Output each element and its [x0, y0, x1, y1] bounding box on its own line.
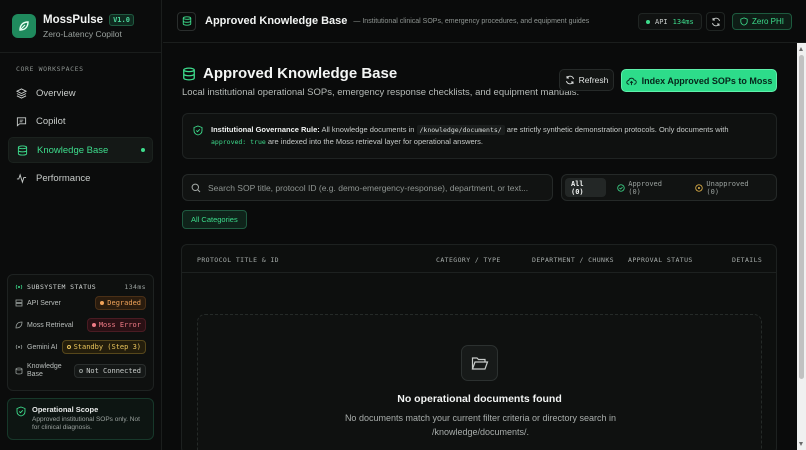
documents-table: PROTOCOL TITLE & ID CATEGORY / TYPE DEPA…	[181, 244, 777, 450]
sidebar-nav: Overview Copilot Knowledge Base Performa…	[8, 80, 153, 194]
database-icon	[183, 67, 195, 80]
api-latency-badge: API 134ms	[638, 13, 702, 30]
status-badge: Moss Error	[86, 318, 146, 332]
status-row-gemini: Gemini AI Standby (Step 3)	[15, 337, 146, 357]
topbar-subtitle: — Institutional clinical SOPs, emergency…	[353, 17, 590, 25]
scope-title: Operational Scope	[32, 405, 99, 414]
page-subtitle: Local institutional operational SOPs, em…	[182, 87, 580, 98]
filter-unapproved[interactable]: Unapproved (0)	[689, 178, 771, 197]
leaf-icon	[15, 321, 23, 329]
column-header: DETAILS	[732, 256, 763, 264]
radio-icon	[15, 344, 23, 350]
version-badge: V1.0	[109, 13, 134, 26]
empty-state-text: No documents match your current filter c…	[344, 413, 617, 438]
zero-phi-badge: Zero PHI	[732, 13, 793, 30]
search-icon	[191, 183, 201, 192]
column-header: CATEGORY / TYPE	[436, 256, 501, 264]
refresh-icon	[565, 75, 574, 85]
documents-path: /knowledge/documents/	[416, 125, 505, 135]
cloud-upload-icon	[626, 77, 637, 85]
scroll-up-arrow-icon[interactable]	[799, 47, 803, 51]
operational-scope-card: Operational Scope Approved institutional…	[7, 398, 154, 440]
signal-icon	[15, 284, 23, 290]
server-icon	[15, 299, 23, 307]
subsystem-status-card: SUBSYSTEM STATUS 134ms API Server Degrad…	[7, 274, 154, 391]
section-label: CORE WORKSPACES	[16, 65, 84, 73]
scrollbar-thumb[interactable]	[799, 55, 804, 379]
active-indicator-dot	[141, 148, 145, 153]
shield-icon	[740, 17, 748, 26]
status-row-api: API Server Degraded	[15, 293, 146, 313]
main-content: Approved Knowledge Base Local institutio…	[163, 44, 797, 450]
database-icon	[17, 145, 28, 156]
app-tagline: Zero-Latency Copilot	[43, 28, 122, 39]
app-name: MossPulse	[43, 13, 104, 26]
status-row-knowledge-base: Knowledge Base Not Connected	[15, 359, 146, 383]
search-input[interactable]	[208, 182, 548, 193]
sidebar-item-label: Overview	[36, 87, 76, 99]
folder-open-icon	[461, 345, 498, 381]
column-header: DEPARTMENT / CHUNKS	[532, 256, 614, 264]
page-title: Approved Knowledge Base	[203, 65, 398, 82]
scope-text: Approved institutional SOPs only. Not fo…	[32, 416, 140, 432]
status-badge: Not Connected	[74, 364, 146, 378]
index-sops-button[interactable]: Index Approved SOPs to Moss	[621, 69, 777, 92]
topbar-title: Approved Knowledge Base	[205, 15, 348, 27]
status-filter-tabs: All (0) Approved (0) Unapproved (0)	[561, 174, 777, 201]
database-icon	[177, 11, 196, 31]
status-latency: 134ms	[124, 283, 146, 291]
refresh-button[interactable]: Refresh	[559, 69, 614, 91]
alert-circle-icon	[695, 183, 704, 192]
filter-all[interactable]: All (0)	[565, 178, 607, 197]
topbar-refresh-button[interactable]	[706, 12, 725, 31]
table-header: PROTOCOL TITLE & ID CATEGORY / TYPE DEPA…	[182, 245, 776, 273]
sidebar-item-label: Performance	[36, 173, 91, 185]
app-logo-icon	[12, 14, 36, 38]
database-icon	[15, 367, 23, 375]
governance-heading: Institutional Governance Rule:	[211, 125, 320, 134]
brand-header: MossPulse V1.0 Zero-Latency Copilot	[0, 0, 161, 53]
scroll-down-arrow-icon[interactable]	[799, 442, 803, 446]
column-header: PROTOCOL TITLE & ID	[197, 256, 279, 264]
sidebar-item-copilot[interactable]: Copilot	[8, 109, 153, 135]
sidebar-item-knowledge-base[interactable]: Knowledge Base	[8, 137, 153, 164]
status-title: SUBSYSTEM STATUS	[27, 283, 97, 291]
topbar: Approved Knowledge Base — Institutional …	[163, 0, 806, 43]
layers-icon	[16, 87, 27, 99]
sidebar-item-label: Copilot	[36, 116, 66, 128]
sidebar-item-performance[interactable]: Performance	[8, 166, 153, 192]
status-badge: Standby (Step 3)	[61, 340, 146, 354]
search-box[interactable]	[182, 174, 553, 201]
approved-flag: approved: true	[211, 138, 266, 147]
status-row-moss: Moss Retrieval Moss Error	[15, 315, 146, 335]
chat-icon	[16, 117, 27, 127]
category-filter-all[interactable]: All Categories	[182, 210, 247, 229]
activity-icon	[16, 173, 27, 185]
empty-state-title: No operational documents found	[397, 393, 562, 405]
governance-rule-banner: Institutional Governance Rule: All knowl…	[182, 113, 777, 159]
page-scrollbar[interactable]	[797, 43, 806, 450]
sidebar: MossPulse V1.0 Zero-Latency Copilot CORE …	[0, 0, 162, 450]
empty-state: No operational documents found No docume…	[197, 314, 762, 450]
status-badge: Degraded	[95, 296, 146, 310]
shield-check-icon	[16, 406, 26, 417]
column-header: APPROVAL STATUS	[628, 256, 693, 264]
check-circle-icon	[617, 183, 625, 192]
sidebar-item-overview[interactable]: Overview	[8, 80, 153, 106]
sidebar-item-label: Knowledge Base	[37, 144, 109, 156]
shield-check-icon	[193, 125, 203, 136]
refresh-icon	[711, 17, 720, 26]
filter-approved[interactable]: Approved (0)	[611, 178, 684, 197]
